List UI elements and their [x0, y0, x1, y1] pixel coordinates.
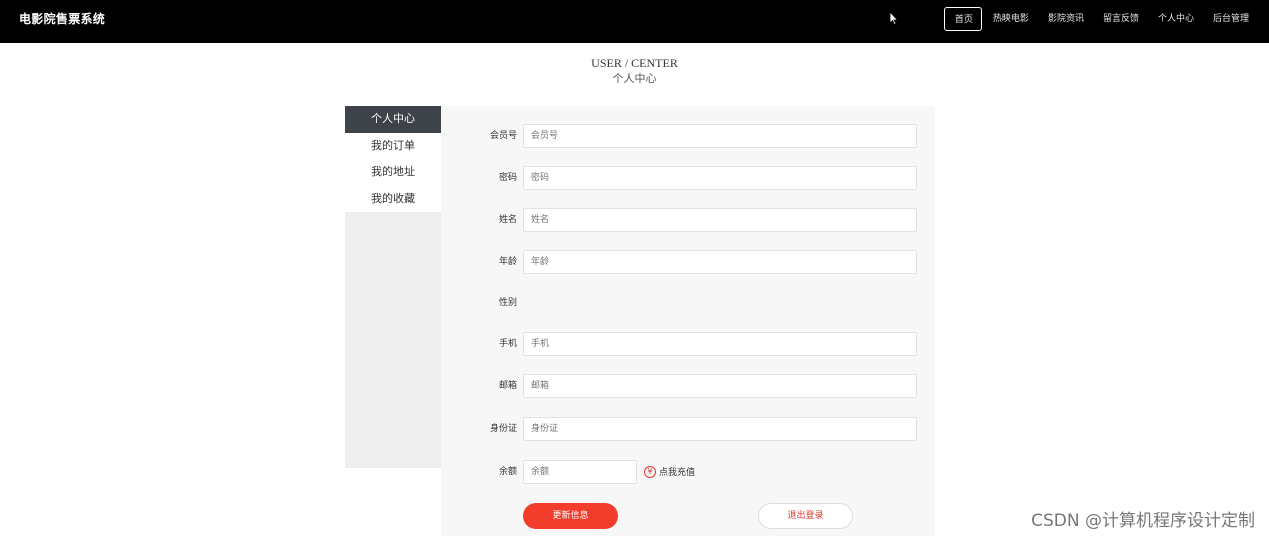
id-card-row: 身份证 [441, 417, 935, 441]
side-menu: 个人中心 我的订单 我的地址 我的收藏 [345, 106, 441, 468]
nav-admin[interactable]: 后台管理 [1205, 7, 1257, 31]
page-title-en: USER / CENTER [591, 56, 678, 70]
gender-label: 性别 [498, 298, 517, 308]
age-row: 年龄 [441, 250, 935, 274]
recharge-label: 点我充值 [659, 468, 696, 478]
side-item-my-favorites[interactable]: 我的收藏 [345, 186, 441, 213]
phone-input[interactable] [523, 332, 917, 356]
nav-feedback[interactable]: 留言反馈 [1095, 7, 1147, 31]
logout-button[interactable]: 退出登录 [758, 503, 853, 529]
side-item-user-center[interactable]: 个人中心 [345, 106, 441, 133]
page-title-cn: 个人中心 [612, 72, 657, 85]
update-info-button[interactable]: 更新信息 [523, 503, 618, 529]
profile-form: 会员号 密码 姓名 年龄 性别 手机 邮箱 身份证 余额 ¥ 点我充值 更新信息… [441, 106, 935, 536]
password-row: 密码 [441, 166, 935, 190]
email-input[interactable] [523, 374, 917, 398]
age-input[interactable] [523, 250, 917, 274]
gender-row: 性别 [441, 291, 935, 315]
site-title[interactable]: 电影院售票系统 [19, 10, 105, 27]
password-label: 密码 [498, 173, 517, 183]
side-item-my-address[interactable]: 我的地址 [345, 159, 441, 186]
balance-label: 余额 [498, 467, 517, 477]
email-label: 邮箱 [498, 381, 517, 391]
watermark-text: CSDN @计算机程序设计定制 [1031, 511, 1255, 531]
nav-home[interactable]: 首页 [943, 7, 982, 31]
side-item-my-orders[interactable]: 我的订单 [345, 133, 441, 160]
phone-row: 手机 [441, 332, 935, 356]
balance-input[interactable] [523, 460, 637, 484]
id-card-label: 身份证 [489, 424, 517, 434]
member-no-row: 会员号 [441, 124, 935, 148]
yen-icon: ¥ [644, 465, 656, 478]
top-nav-bar: 电影院售票系统 首页 热映电影 影院资讯 留言反馈 个人中心 后台管理 [0, 0, 1269, 43]
member-no-input[interactable] [523, 124, 917, 148]
name-input[interactable] [523, 208, 917, 232]
age-label: 年龄 [498, 257, 517, 267]
page-heading: USER / CENTER 个人中心 [0, 55, 1269, 87]
nav-hot-movies[interactable]: 热映电影 [985, 7, 1037, 31]
name-row: 姓名 [441, 208, 935, 232]
email-row: 邮箱 [441, 374, 935, 398]
id-card-input[interactable] [523, 417, 917, 441]
member-no-label: 会员号 [489, 131, 517, 141]
phone-label: 手机 [498, 339, 517, 349]
recharge-link[interactable]: ¥ 点我充值 [644, 465, 695, 478]
nav-user-center[interactable]: 个人中心 [1150, 7, 1202, 31]
main-nav: 首页 热映电影 影院资讯 留言反馈 个人中心 后台管理 [941, 7, 1257, 31]
mouse-cursor-icon [889, 11, 899, 25]
name-label: 姓名 [498, 215, 517, 225]
nav-cinema-news[interactable]: 影院资讯 [1040, 7, 1092, 31]
balance-row: 余额 ¥ 点我充值 [441, 460, 935, 484]
password-input[interactable] [523, 166, 917, 190]
